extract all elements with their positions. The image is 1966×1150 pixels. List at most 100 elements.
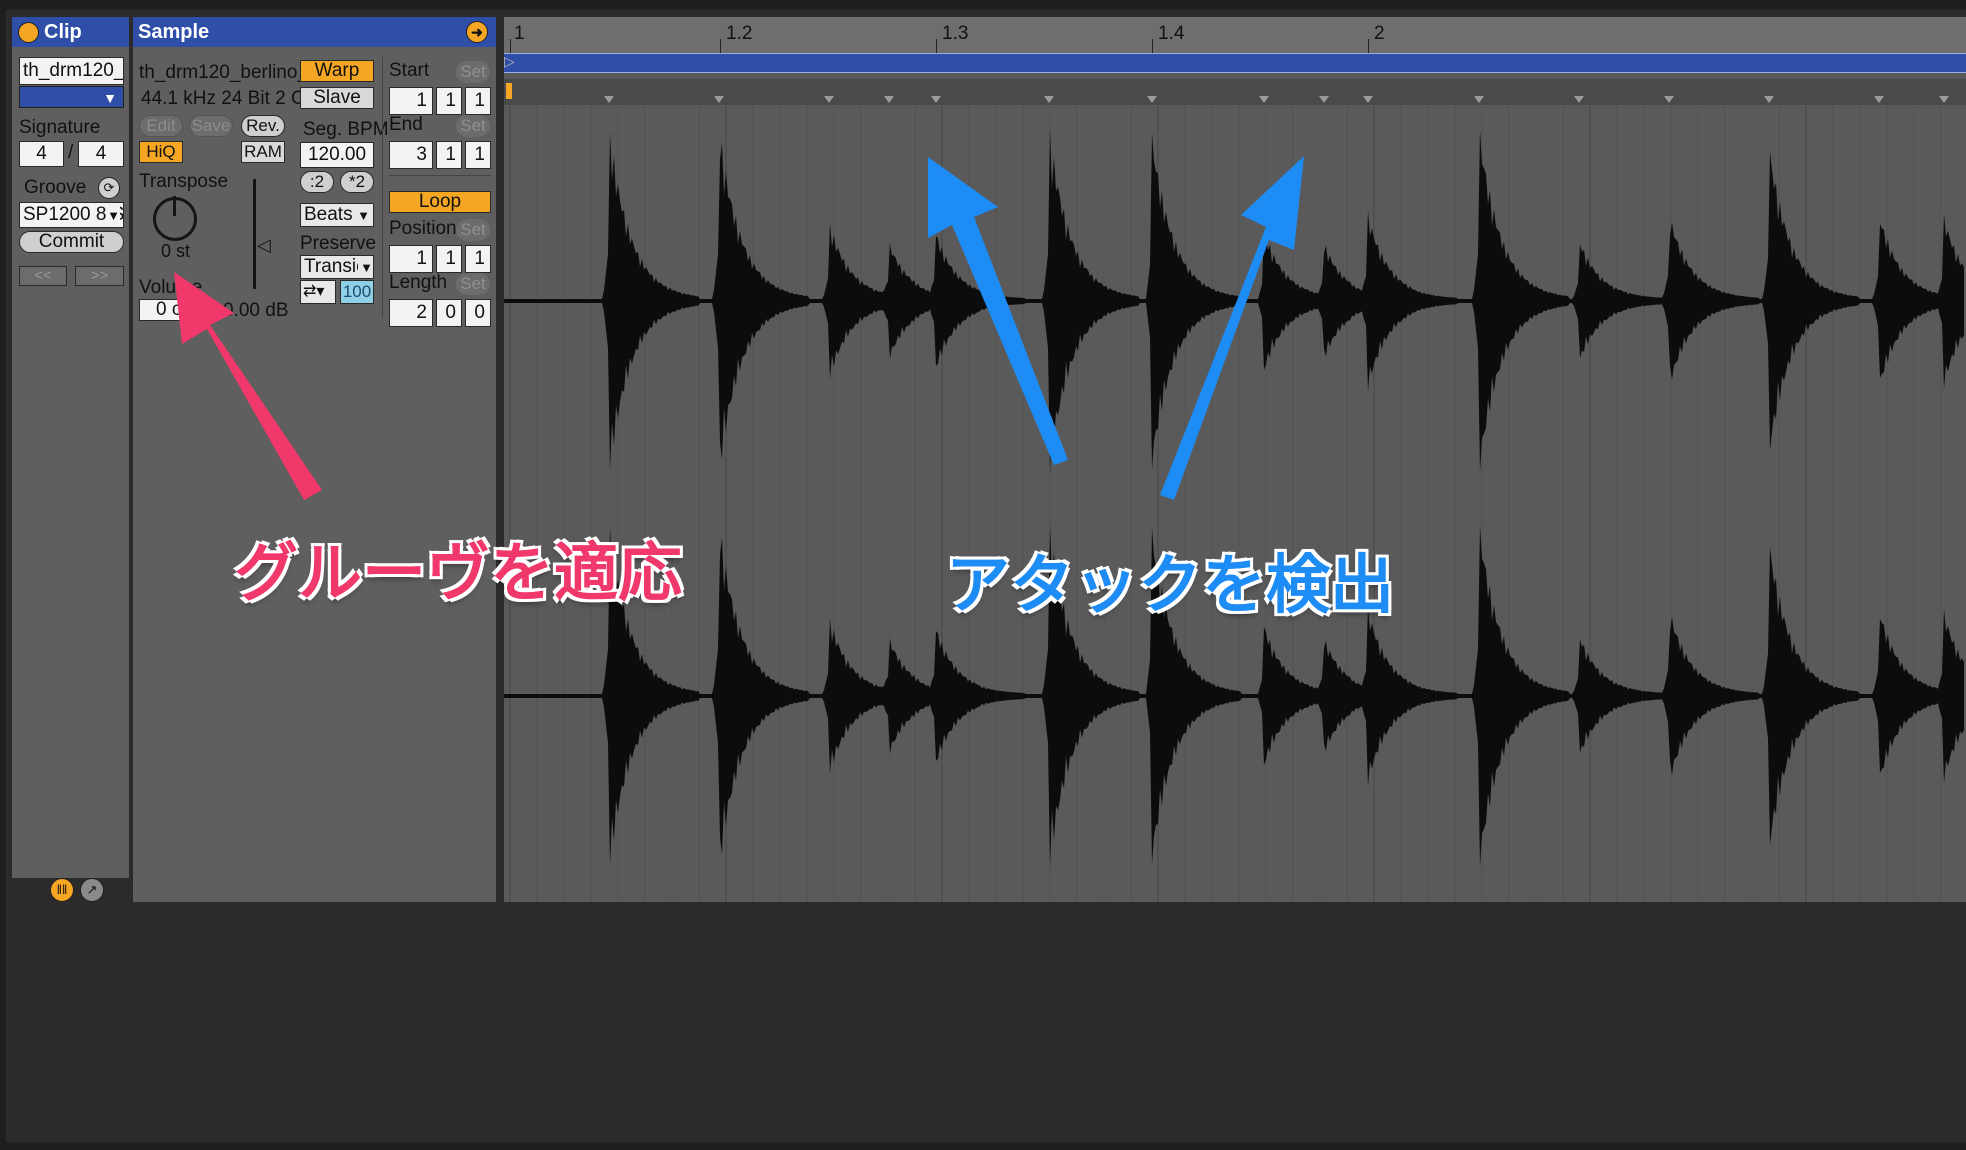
transient-marker-icon[interactable] xyxy=(824,96,834,103)
prev-button[interactable]: << xyxy=(19,266,67,286)
ruler-tick xyxy=(1152,39,1153,53)
sample-header: Sample ➜ xyxy=(133,17,496,47)
chevron-down-icon: ▼ xyxy=(357,208,370,223)
chevron-down-icon: ▼ xyxy=(358,257,373,278)
signature-label: Signature xyxy=(19,117,101,138)
groove-label: Groove xyxy=(24,177,87,198)
envelope-field[interactable]: 100 xyxy=(340,280,374,304)
waveform-channel xyxy=(504,128,1964,474)
signature-separator: / xyxy=(68,142,74,163)
clip-activator-button[interactable] xyxy=(18,22,39,43)
length-beat-field[interactable]: 0 xyxy=(436,299,462,327)
hiq-button[interactable]: HiQ xyxy=(139,141,183,163)
volume-slider-handle[interactable]: ◁ xyxy=(257,235,271,256)
sample-panel: Sample ➜ th_drm120_berlino_ 44.1 kHz 24 … xyxy=(133,17,496,902)
loop-mode-icon: ⇄▾ xyxy=(303,283,325,300)
reverse-button[interactable]: Rev. xyxy=(241,115,285,137)
end-bar-field[interactable]: 3 xyxy=(389,141,433,169)
transient-marker-icon[interactable] xyxy=(1474,96,1484,103)
warp-button[interactable]: Warp xyxy=(300,60,374,82)
signature-numerator[interactable]: 4 xyxy=(19,141,64,167)
slave-button[interactable]: Slave xyxy=(300,87,374,109)
start-sixteenth-field[interactable]: 1 xyxy=(465,87,491,115)
start-position-marker[interactable] xyxy=(506,83,512,99)
clip-title: Clip xyxy=(44,21,82,43)
end-label: End xyxy=(389,114,423,135)
loop-mode-selector[interactable]: ⇄▾ xyxy=(300,280,336,304)
detune-field[interactable]: 0 ct xyxy=(139,299,209,321)
volume-slider[interactable] xyxy=(253,179,256,289)
position-sixteenth-field[interactable]: 1 xyxy=(465,245,491,273)
transpose-value: 0 st xyxy=(161,241,191,261)
transient-marker-icon[interactable] xyxy=(1363,96,1373,103)
commit-button[interactable]: Commit xyxy=(19,231,124,253)
position-beat-field[interactable]: 1 xyxy=(436,245,462,273)
ruler-label: 1 xyxy=(514,23,525,44)
start-set-button[interactable]: Set xyxy=(456,61,490,83)
signature-denominator[interactable]: 4 xyxy=(78,141,124,167)
transient-marker-icon[interactable] xyxy=(1044,96,1054,103)
length-label: Length xyxy=(389,272,448,293)
transient-marker-icon[interactable] xyxy=(884,96,894,103)
sample-editor[interactable]: 1 1.2 1.3 1.4 2 ▷ xyxy=(504,17,1966,902)
timeline-ruler[interactable]: 1 1.2 1.3 1.4 2 xyxy=(504,17,1966,53)
length-sixteenth-field[interactable]: 0 xyxy=(465,299,491,327)
transient-marker-icon[interactable] xyxy=(1764,96,1774,103)
loop-divider xyxy=(389,175,491,176)
app-window: Clip th_drm120_b ▼ Signature 4 / 4 Groov… xyxy=(6,10,1966,1142)
transpose-label: Transpose xyxy=(139,171,229,192)
preserve-selector[interactable]: Transients ▼ xyxy=(300,255,374,279)
position-bar-field[interactable]: 1 xyxy=(389,245,433,273)
warp-mode-selector[interactable]: Beats ▼ xyxy=(300,203,374,227)
transient-marker-icon[interactable] xyxy=(604,96,614,103)
warp-marker-lane[interactable] xyxy=(504,79,1966,105)
end-set-button[interactable]: Set xyxy=(456,115,490,137)
transient-marker-icon[interactable] xyxy=(1574,96,1584,103)
seg-bpm-field[interactable]: 120.00 xyxy=(300,142,374,168)
ruler-label: 1.4 xyxy=(1158,23,1185,44)
end-sixteenth-field[interactable]: 1 xyxy=(465,141,491,169)
transient-marker-icon[interactable] xyxy=(1664,96,1674,103)
end-beat-field[interactable]: 1 xyxy=(436,141,462,169)
groove-selector[interactable]: SP1200 8 Sw ▼ xyxy=(19,202,124,228)
ram-button[interactable]: RAM xyxy=(241,141,285,163)
transient-marker-icon[interactable] xyxy=(1259,96,1269,103)
chevron-down-icon: ▼ xyxy=(107,204,120,227)
clip-color-selector[interactable]: ▼ xyxy=(19,86,124,108)
arrow-right-icon[interactable]: ➜ xyxy=(466,21,488,43)
waveform-display[interactable] xyxy=(504,106,1966,902)
loop-button[interactable]: Loop xyxy=(389,191,491,213)
length-set-button[interactable]: Set xyxy=(456,273,490,295)
volume-label: Volume xyxy=(139,277,203,298)
position-set-button[interactable]: Set xyxy=(456,219,490,241)
transient-marker-icon[interactable] xyxy=(931,96,941,103)
ruler-tick xyxy=(720,39,721,53)
next-button[interactable]: >> xyxy=(75,266,124,286)
length-bar-field[interactable]: 2 xyxy=(389,299,433,327)
transient-marker-icon[interactable] xyxy=(1874,96,1884,103)
transient-marker-icon[interactable] xyxy=(1939,96,1949,103)
transpose-knob[interactable] xyxy=(153,196,197,241)
preserve-label: Preserve xyxy=(300,233,377,254)
ruler-tick xyxy=(936,39,937,53)
loop-brace[interactable] xyxy=(504,53,1966,73)
transient-marker-icon[interactable] xyxy=(1319,96,1329,103)
groove-pool-icon[interactable]: ⟳ xyxy=(98,177,120,199)
transient-marker-icon[interactable] xyxy=(714,96,724,103)
ruler-label: 1.2 xyxy=(726,23,753,44)
start-label: Start xyxy=(389,60,430,81)
edit-button[interactable]: Edit xyxy=(139,115,183,137)
start-bar-field[interactable]: 1 xyxy=(389,87,433,115)
clip-name-field[interactable]: th_drm120_b xyxy=(19,57,124,85)
double-tempo-button[interactable]: *2 xyxy=(340,171,374,193)
gain-value: 0.00 dB xyxy=(223,300,289,321)
start-marker-icon[interactable]: ▷ xyxy=(504,53,515,70)
half-tempo-button[interactable]: :2 xyxy=(300,171,334,193)
clip-view-toggle-icon[interactable]: ǁǁ xyxy=(50,878,74,902)
ruler-tick xyxy=(1368,39,1369,53)
save-button[interactable]: Save xyxy=(189,115,233,137)
envelope-toggle-icon[interactable]: ↗ xyxy=(80,878,104,902)
seg-bpm-label: Seg. BPM xyxy=(303,119,389,140)
transient-marker-icon[interactable] xyxy=(1147,96,1157,103)
start-beat-field[interactable]: 1 xyxy=(436,87,462,115)
